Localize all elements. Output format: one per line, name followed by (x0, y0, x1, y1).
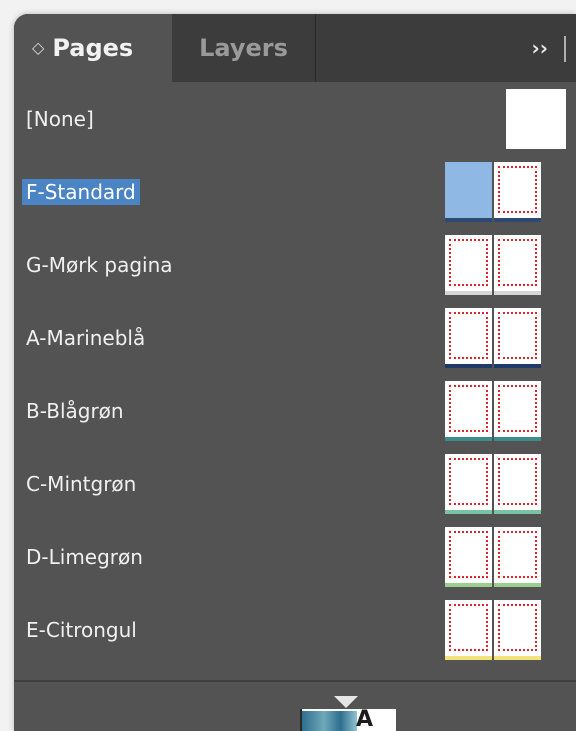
right-page-thumbnail (494, 380, 541, 441)
section-divider (14, 680, 576, 682)
spread-thumbnail (445, 380, 541, 441)
page-thumbnail-art (302, 711, 357, 731)
right-page-thumbnail (494, 234, 541, 295)
margin-guide (449, 384, 488, 432)
spread-thumbnail (445, 234, 541, 295)
color-strip (445, 509, 492, 514)
tab-layers[interactable]: Layers (172, 14, 316, 82)
color-strip (494, 290, 541, 295)
color-strip (494, 582, 541, 587)
right-page-thumbnail (494, 453, 541, 514)
margin-guide (498, 457, 537, 505)
spread-thumbnail (445, 307, 541, 368)
tab-pages-label: Pages (52, 34, 134, 62)
spread-thumbnail (445, 599, 541, 660)
color-strip (494, 217, 541, 222)
panel-tab-bar: ◇ Pages Layers ›› (14, 14, 576, 82)
parent-page-item[interactable]: D-Limegrøn (14, 520, 576, 593)
margin-guide (449, 530, 488, 578)
right-page-thumbnail (494, 307, 541, 368)
margin-guide (498, 603, 537, 651)
parent-page-label: A-Marineblå (26, 325, 146, 350)
tab-layers-label: Layers (199, 34, 288, 62)
color-strip (494, 363, 541, 368)
parent-page-label: C-Mintgrøn (26, 471, 137, 496)
page-indicator-arrow-icon (334, 696, 358, 708)
color-strip (445, 655, 492, 660)
left-page-thumbnail (445, 234, 492, 295)
parent-page-label: F-Standard (22, 178, 140, 205)
parent-page-label: G-Mørk pagina (26, 252, 173, 277)
parent-page-item[interactable]: C-Mintgrøn (14, 447, 576, 520)
color-strip (445, 363, 492, 368)
left-page-thumbnail (445, 161, 492, 222)
parent-page-item[interactable]: G-Mørk pagina (14, 228, 576, 301)
tab-pages[interactable]: ◇ Pages (14, 14, 172, 82)
left-page-thumbnail (445, 453, 492, 514)
right-page-thumbnail (494, 161, 541, 222)
color-strip (445, 582, 492, 587)
parent-page-item[interactable]: [None] (14, 82, 576, 155)
margin-guide (449, 238, 488, 286)
right-page-thumbnail (494, 599, 541, 660)
color-strip (445, 217, 492, 222)
parent-page-label: E-Citrongul (26, 617, 137, 642)
panel-menu-icon[interactable]: ›› (532, 14, 548, 82)
parent-page-item[interactable]: F-Standard (14, 155, 576, 228)
spread-thumbnail (445, 161, 541, 222)
parent-page-item[interactable]: B-Blågrøn (14, 374, 576, 447)
margin-guide (498, 311, 537, 359)
color-strip (445, 436, 492, 441)
margin-guide (449, 457, 488, 505)
pages-panel: ◇ Pages Layers ›› [None] F-Standard G-Mørk… (14, 14, 576, 731)
parent-page-label: [None] (26, 106, 94, 131)
margin-guide (498, 384, 537, 432)
collapse-toggle-icon[interactable]: ◇ (32, 40, 44, 56)
right-page-thumbnail (494, 526, 541, 587)
left-page-thumbnail (445, 599, 492, 660)
document-page-thumbnail[interactable]: A (300, 709, 396, 731)
margin-guide (449, 311, 488, 359)
left-page-thumbnail (445, 526, 492, 587)
color-strip (494, 436, 541, 441)
left-page-thumbnail (445, 380, 492, 441)
margin-guide (449, 166, 488, 213)
left-page-thumbnail (445, 307, 492, 368)
margin-guide (498, 530, 537, 578)
parent-page-item[interactable]: A-Marineblå (14, 301, 576, 374)
color-strip (494, 655, 541, 660)
margin-guide (449, 603, 488, 651)
parent-page-label: D-Limegrøn (26, 544, 143, 569)
spread-thumbnail (445, 526, 541, 587)
color-strip (445, 290, 492, 295)
spread-thumbnail (445, 453, 541, 514)
parent-page-label: B-Blågrøn (26, 398, 124, 423)
color-strip (494, 509, 541, 514)
menu-divider (564, 36, 566, 62)
margin-guide (498, 165, 537, 213)
parent-page-item[interactable]: E-Citrongul (14, 593, 576, 666)
page-thumbnail-master-letter: A (356, 709, 374, 731)
margin-guide (498, 238, 537, 286)
blank-page-thumbnail (506, 88, 566, 149)
